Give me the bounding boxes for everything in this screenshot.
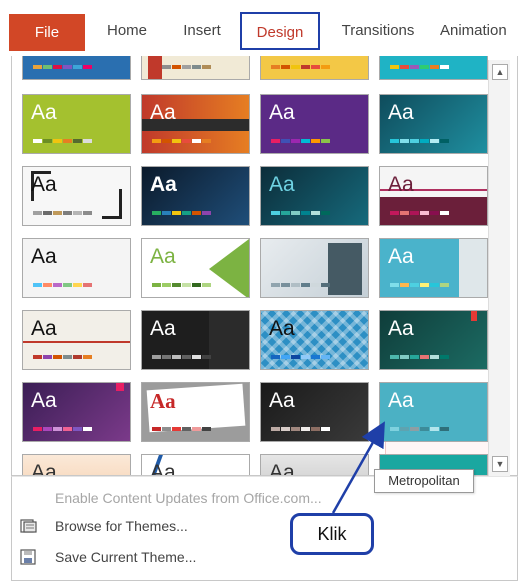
theme-thumbnail[interactable]: Aa	[141, 382, 250, 442]
browse-for-themes-label: Browse for Themes...	[55, 518, 188, 534]
theme-sample-text: Aa	[31, 173, 57, 196]
theme-thumbnail[interactable]: Aa	[379, 238, 488, 298]
theme-thumbnail[interactable]: Aa	[260, 382, 369, 442]
theme-sample-text: Aa	[269, 101, 295, 124]
theme-sample-text: Aa	[388, 389, 414, 412]
theme-sample-text: Aa	[150, 245, 176, 268]
theme-sample-text: Aa	[150, 101, 176, 124]
theme-sample-text: Aa	[269, 389, 295, 412]
theme-thumbnail[interactable]: Aa	[141, 454, 250, 476]
theme-thumbnail[interactable]: Aa	[260, 454, 369, 476]
save-current-theme-label: Save Current Theme...	[55, 549, 197, 565]
theme-name-tooltip: Metropolitan	[374, 469, 474, 493]
theme-thumbnail[interactable]: Aa	[379, 310, 488, 370]
theme-sample-text: Aa	[31, 317, 57, 340]
theme-thumbnail[interactable]: Aa	[379, 94, 488, 154]
theme-sample-text: Aa	[31, 389, 57, 412]
theme-sample-text: Aa	[31, 101, 57, 124]
folder-browse-icon	[20, 519, 37, 533]
theme-thumbnail[interactable]: Aa	[260, 310, 369, 370]
theme-sample-text: Aa	[388, 173, 414, 196]
theme-gallery: Aa Aa Aa Aa Aa Aa Aa Aa Aa Aa Aa Aa Aa A…	[11, 56, 518, 476]
theme-thumbnail[interactable]: Aa	[22, 166, 131, 226]
theme-thumbnail[interactable]: Aa	[379, 166, 488, 226]
theme-sample-text: Aa	[269, 317, 295, 340]
theme-sample-text: Aa	[31, 461, 57, 476]
theme-sample-text: Aa	[388, 245, 414, 268]
tab-file[interactable]: File	[9, 14, 85, 51]
theme-thumbnail[interactable]: Aa	[22, 238, 131, 298]
tab-home[interactable]: Home	[96, 12, 158, 50]
theme-thumbnail[interactable]: Aa	[22, 310, 131, 370]
theme-thumbnail[interactable]	[260, 56, 369, 80]
theme-thumbnail[interactable]: Aa	[260, 166, 369, 226]
theme-sample-text: Aa	[31, 245, 57, 268]
theme-sample-text: Aa	[150, 317, 176, 340]
tab-animations[interactable]: Animation	[440, 12, 518, 50]
tab-design[interactable]: Design	[240, 12, 320, 50]
klik-annotation: Klik	[290, 513, 374, 555]
theme-sample-text: Aa	[150, 389, 176, 413]
theme-sample-text: Aa	[388, 317, 414, 340]
tab-insert[interactable]: Insert	[172, 12, 232, 50]
gallery-scrollbar[interactable]: ▲ ▼	[488, 60, 510, 476]
theme-sample-text: Aa	[269, 461, 295, 476]
theme-thumbnail[interactable]: Aa	[22, 382, 131, 442]
theme-sample-text: Aa	[150, 461, 176, 476]
scroll-down-arrow-icon[interactable]: ▼	[492, 456, 508, 472]
theme-thumbnail-metropolitan[interactable]: Aa	[379, 382, 488, 442]
theme-thumbnail[interactable]: Aa	[141, 94, 250, 154]
theme-thumbnail[interactable]: Aa	[141, 238, 250, 298]
theme-thumbnail[interactable]: Aa	[260, 94, 369, 154]
enable-content-updates-item: Enable Content Updates from Office.com..…	[55, 490, 322, 506]
theme-thumbnail[interactable]: Aa	[22, 454, 131, 476]
theme-thumbnail[interactable]: Aa	[22, 94, 131, 154]
theme-sample-text: Aa	[269, 173, 295, 196]
theme-thumbnail[interactable]: Aa	[141, 166, 250, 226]
theme-thumbnail[interactable]	[379, 56, 488, 80]
ribbon-tab-bar: File Home Insert Design Transitions Anim…	[0, 0, 518, 56]
tab-transitions[interactable]: Transitions	[332, 12, 424, 50]
theme-thumbnail[interactable]	[260, 238, 369, 298]
theme-sample-text: Aa	[150, 173, 177, 196]
theme-thumbnail[interactable]: Aa	[141, 310, 250, 370]
theme-thumbnail[interactable]	[22, 56, 131, 80]
save-theme-icon	[20, 549, 36, 565]
theme-sample-text: Aa	[388, 101, 414, 124]
theme-thumbnail[interactable]	[141, 56, 250, 80]
scroll-up-arrow-icon[interactable]: ▲	[492, 64, 508, 80]
